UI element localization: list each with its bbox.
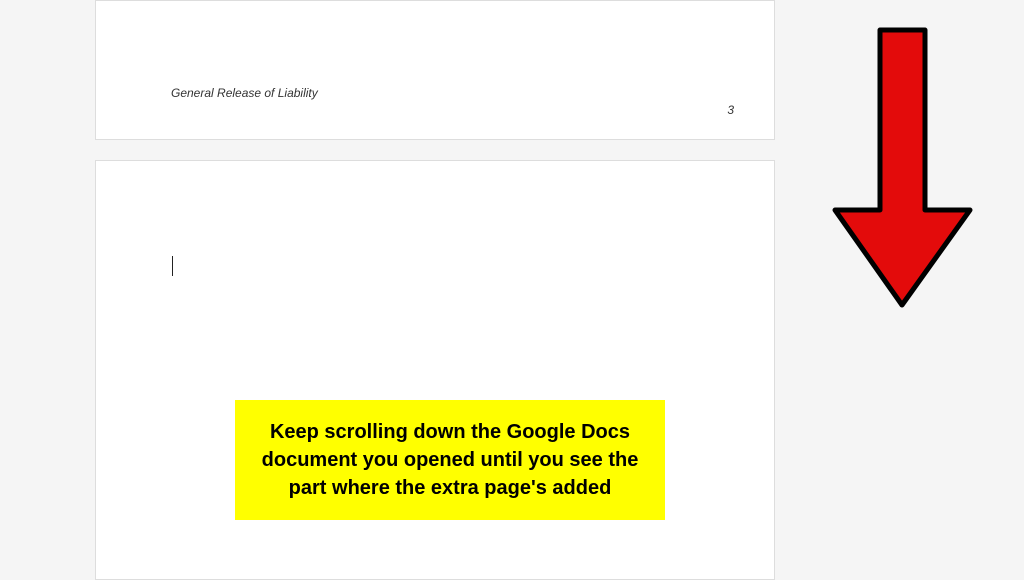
page-number: 3 (727, 103, 734, 117)
down-arrow-icon (825, 25, 980, 315)
footer-title: General Release of Liability (171, 86, 318, 100)
instruction-callout: Keep scrolling down the Google Docs docu… (235, 400, 665, 520)
text-cursor (172, 256, 173, 276)
document-page-end[interactable]: General Release of Liability 3 (95, 0, 775, 140)
